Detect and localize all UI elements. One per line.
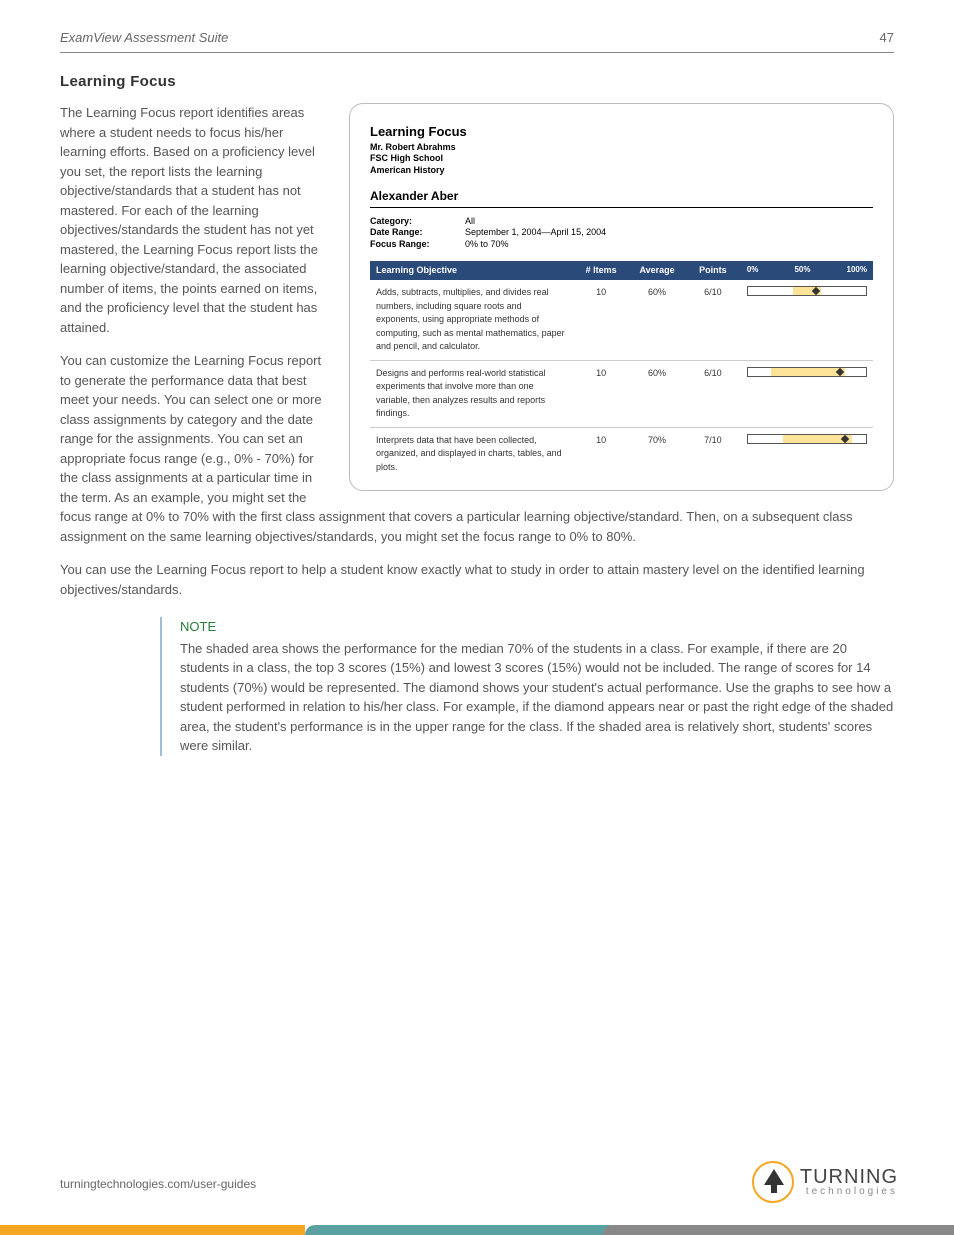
cell-points: 7/10 [685, 427, 741, 480]
col-points: Points [685, 261, 741, 281]
logo-icon [752, 1161, 794, 1203]
report-teacher: Mr. Robert Abrahms [370, 142, 873, 154]
logo-text-sub: technologies [800, 1187, 898, 1197]
footer-url: turningtechnologies.com/user-guides [60, 1175, 256, 1193]
cell-chart [741, 427, 873, 480]
scale-0: 0% [747, 264, 759, 276]
footer-logo: TURNING technologies [752, 1161, 898, 1203]
table-row: Adds, subtracts, multiplies, and divides… [370, 280, 873, 360]
cell-items: 10 [573, 360, 629, 427]
col-average: Average [629, 261, 685, 281]
report-school: FSC High School [370, 153, 873, 165]
meta-value-category: All [465, 216, 606, 228]
report-table: Learning Objective # Items Average Point… [370, 261, 873, 481]
report-meta: Category: Date Range: Focus Range: All S… [370, 216, 873, 251]
note-label: NOTE [180, 617, 894, 637]
paragraph-3: You can use the Learning Focus report to… [60, 560, 894, 599]
page-number: 47 [880, 28, 894, 48]
cell-average: 70% [629, 427, 685, 480]
cell-average: 60% [629, 280, 685, 360]
cell-chart [741, 360, 873, 427]
cell-points: 6/10 [685, 360, 741, 427]
logo-text-main: TURNING [800, 1167, 898, 1187]
cell-objective: Adds, subtracts, multiplies, and divides… [370, 280, 573, 360]
meta-value-focusrange: 0% to 70% [465, 239, 606, 251]
cell-points: 6/10 [685, 280, 741, 360]
table-row: Interprets data that have been collected… [370, 427, 873, 480]
col-scale: 0% 50% 100% [741, 261, 873, 281]
product-title: ExamView Assessment Suite [60, 28, 228, 48]
page-header: ExamView Assessment Suite 47 [60, 28, 894, 53]
section-heading: Learning Focus [60, 71, 894, 94]
note-body: The shaded area shows the performance fo… [180, 639, 894, 756]
report-title: Learning Focus [370, 122, 873, 142]
report-screenshot: Learning Focus Mr. Robert Abrahms FSC Hi… [349, 103, 894, 491]
meta-label-focusrange: Focus Range: [370, 239, 465, 251]
cell-items: 10 [573, 280, 629, 360]
report-course: American History [370, 165, 873, 177]
cell-objective: Interprets data that have been collected… [370, 427, 573, 480]
meta-value-daterange: September 1, 2004—April 15, 2004 [465, 227, 606, 239]
table-row: Designs and performs real-world statisti… [370, 360, 873, 427]
report-student: Alexander Aber [370, 187, 873, 208]
scale-50: 50% [794, 264, 810, 276]
cell-chart [741, 280, 873, 360]
footer-color-bar [0, 1225, 954, 1235]
scale-100: 100% [847, 264, 867, 276]
cell-items: 10 [573, 427, 629, 480]
col-objective: Learning Objective [370, 261, 573, 281]
meta-label-daterange: Date Range: [370, 227, 465, 239]
col-items: # Items [573, 261, 629, 281]
cell-average: 60% [629, 360, 685, 427]
meta-label-category: Category: [370, 216, 465, 228]
cell-objective: Designs and performs real-world statisti… [370, 360, 573, 427]
note-block: NOTE The shaded area shows the performan… [160, 617, 894, 756]
